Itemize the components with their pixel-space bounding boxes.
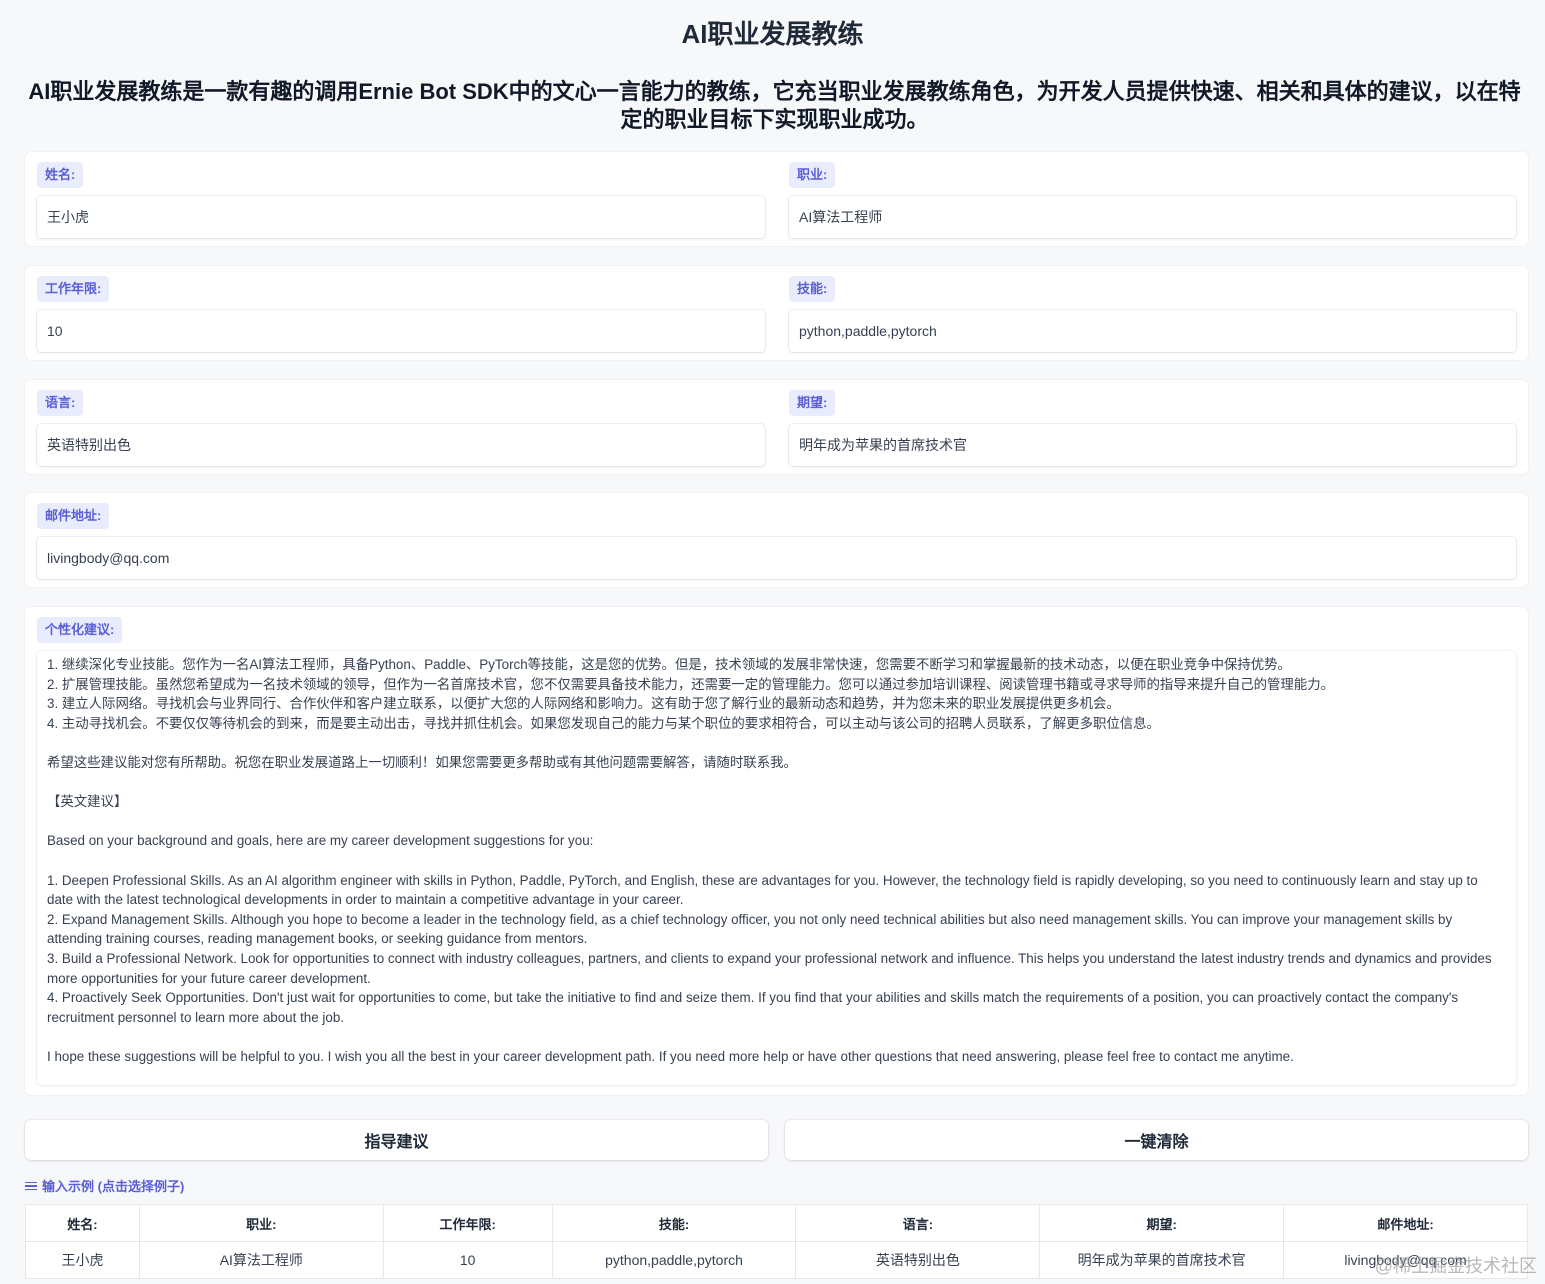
skills-label: 技能: bbox=[789, 276, 836, 302]
expectation-input[interactable] bbox=[789, 424, 1516, 466]
table-cell[interactable]: python,paddle,pytorch bbox=[551, 1241, 797, 1279]
advice-output[interactable]: 1. 继续深化专业技能。您作为一名AI算法工程师，具备Python、Paddle… bbox=[37, 651, 1516, 1085]
job-input[interactable] bbox=[789, 196, 1516, 238]
submit-advice-button[interactable]: 指导建议 bbox=[25, 1120, 768, 1160]
skills-input[interactable] bbox=[789, 310, 1516, 352]
app-title: AI职业发展教练 bbox=[681, 19, 864, 49]
language-label: 语言: bbox=[37, 390, 84, 416]
years-field: 工作年限: bbox=[25, 266, 777, 360]
examples-header: 输入示例 (点击选择例子) bbox=[25, 1176, 184, 1195]
language-input[interactable] bbox=[37, 424, 765, 466]
expectation-label: 期望: bbox=[789, 390, 836, 416]
clear-button[interactable]: 一键清除 bbox=[785, 1120, 1528, 1160]
table-cell[interactable]: 10 bbox=[382, 1241, 553, 1279]
column-header: 工作年限: bbox=[382, 1204, 553, 1242]
table-cell[interactable]: 英语特别出色 bbox=[795, 1241, 1041, 1279]
column-header: 姓名: bbox=[25, 1204, 140, 1242]
form-row-4: 邮件地址: bbox=[25, 493, 1528, 587]
expectation-field: 期望: bbox=[777, 380, 1528, 474]
name-input[interactable] bbox=[37, 196, 765, 238]
name-field: 姓名: bbox=[25, 152, 777, 246]
years-label: 工作年限: bbox=[37, 276, 110, 302]
column-header: 语言: bbox=[795, 1204, 1041, 1242]
table-cell[interactable]: 王小虎 bbox=[25, 1241, 140, 1279]
form-row-3: 语言: 期望: bbox=[25, 380, 1528, 474]
language-field: 语言: bbox=[25, 380, 777, 474]
column-header: 期望: bbox=[1039, 1204, 1285, 1242]
email-label: 邮件地址: bbox=[37, 503, 110, 529]
column-header: 邮件地址: bbox=[1283, 1204, 1528, 1242]
list-icon bbox=[25, 1181, 37, 1191]
advice-label: 个性化建议: bbox=[37, 617, 123, 643]
column-header: 职业: bbox=[138, 1204, 384, 1242]
advice-panel: 个性化建议: 1. 继续深化专业技能。您作为一名AI算法工程师，具备Python… bbox=[25, 607, 1528, 1095]
years-input[interactable] bbox=[37, 310, 765, 352]
table-cell[interactable]: 明年成为苹果的首席技术官 bbox=[1039, 1241, 1285, 1279]
job-label: 职业: bbox=[789, 162, 836, 188]
column-header: 技能: bbox=[551, 1204, 797, 1242]
skills-field: 技能: bbox=[777, 266, 1528, 360]
form-row-2: 工作年限: 技能: bbox=[25, 266, 1528, 360]
examples-table: 姓名: 职业: 工作年限: 技能: 语言: 期望: 邮件地址: 王小虎 AI算法… bbox=[25, 1204, 1528, 1279]
email-field: 邮件地址: bbox=[25, 493, 1528, 587]
table-header-row: 姓名: 职业: 工作年限: 技能: 语言: 期望: 邮件地址: bbox=[25, 1204, 1528, 1242]
examples-header-label: 输入示例 (点击选择例子) bbox=[42, 1179, 185, 1194]
name-label: 姓名: bbox=[37, 162, 84, 188]
email-input[interactable] bbox=[37, 537, 1516, 579]
watermark: @稀土掘金技术社区 bbox=[1374, 1256, 1537, 1276]
table-cell[interactable]: AI算法工程师 bbox=[138, 1241, 384, 1279]
form-row-1: 姓名: 职业: bbox=[25, 152, 1528, 246]
table-row[interactable]: 王小虎 AI算法工程师 10 python,paddle,pytorch 英语特… bbox=[25, 1241, 1528, 1279]
job-field: 职业: bbox=[777, 152, 1528, 246]
